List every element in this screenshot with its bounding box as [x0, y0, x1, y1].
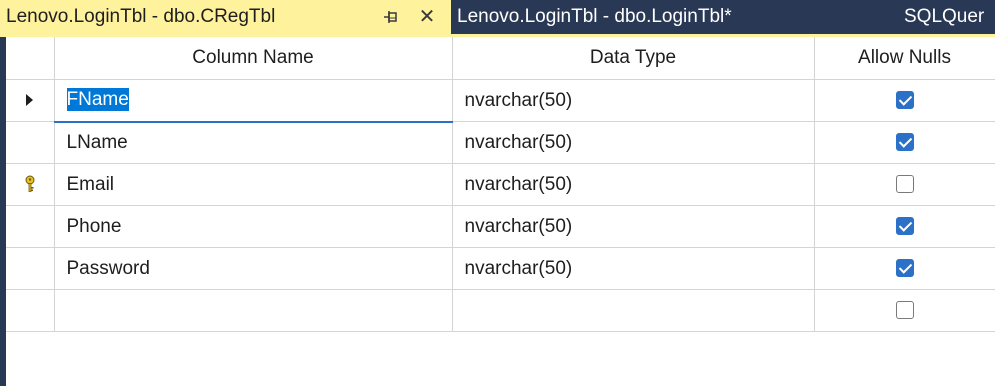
- data-type-header[interactable]: Data Type: [452, 37, 815, 80]
- allow-nulls-cell: [814, 121, 995, 164]
- tab-cregtbl[interactable]: Lenovo.LoginTbl - dbo.CRegTbl ✕: [0, 0, 451, 34]
- data-type-cell[interactable]: nvarchar(50): [452, 205, 815, 248]
- tab-label: Lenovo.LoginTbl - dbo.CRegTbl: [6, 6, 276, 27]
- allow-nulls-checkbox[interactable]: [895, 259, 914, 278]
- column-name-cell[interactable]: Email: [54, 163, 453, 206]
- tab-sqlquery[interactable]: SQLQuer: [900, 0, 995, 34]
- tab-label: SQLQuer: [904, 6, 985, 27]
- current-row-arrow-icon: [26, 93, 34, 106]
- data-type-cell[interactable]: nvarchar(50): [452, 79, 815, 122]
- allow-nulls-header[interactable]: Allow Nulls: [814, 37, 995, 80]
- allow-nulls-checkbox[interactable]: [895, 91, 914, 110]
- data-type-cell[interactable]: [452, 289, 815, 332]
- column-name-value: FName: [66, 88, 129, 112]
- pin-icon[interactable]: [384, 10, 400, 24]
- table-row: Email nvarchar(50): [6, 163, 995, 206]
- allow-nulls-checkbox[interactable]: [895, 133, 914, 152]
- data-type-cell[interactable]: nvarchar(50): [452, 121, 815, 164]
- allow-nulls-cell: [814, 289, 995, 332]
- column-name-cell[interactable]: LName: [54, 121, 453, 164]
- primary-key-icon: [25, 175, 35, 193]
- table-row: LName nvarchar(50): [6, 121, 995, 164]
- column-name-cell[interactable]: Phone: [54, 205, 453, 248]
- allow-nulls-cell: [814, 163, 995, 206]
- grid-header-row: Column Name Data Type Allow Nulls: [6, 37, 995, 80]
- column-name-cell[interactable]: Password: [54, 247, 453, 290]
- row-selector-header: [6, 37, 55, 80]
- column-name-cell[interactable]: [54, 289, 453, 332]
- document-tab-strip: Lenovo.LoginTbl - dbo.CRegTbl ✕ Lenovo.L…: [0, 0, 995, 37]
- tab-label: Lenovo.LoginTbl - dbo.LoginTbl*: [457, 6, 732, 27]
- allow-nulls-checkbox[interactable]: [895, 175, 914, 194]
- row-selector[interactable]: [6, 289, 55, 332]
- table-row-new: [6, 289, 995, 332]
- allow-nulls-cell: [814, 79, 995, 122]
- allow-nulls-cell: [814, 247, 995, 290]
- allow-nulls-checkbox[interactable]: [895, 217, 914, 236]
- table-designer-grid: Column Name Data Type Allow Nulls FName …: [6, 37, 995, 332]
- row-selector[interactable]: [6, 205, 55, 248]
- column-name-header[interactable]: Column Name: [54, 37, 453, 80]
- allow-nulls-cell: [814, 205, 995, 248]
- data-type-cell[interactable]: nvarchar(50): [452, 163, 815, 206]
- table-row: FName nvarchar(50): [6, 79, 995, 123]
- close-icon[interactable]: ✕: [417, 7, 437, 27]
- row-selector[interactable]: [6, 121, 55, 164]
- allow-nulls-checkbox[interactable]: [895, 301, 914, 320]
- table-row: Phone nvarchar(50): [6, 205, 995, 248]
- data-type-cell[interactable]: nvarchar(50): [452, 247, 815, 290]
- row-selector[interactable]: [6, 163, 55, 206]
- row-selector[interactable]: [6, 247, 55, 290]
- column-name-cell[interactable]: FName: [54, 79, 453, 123]
- row-selector[interactable]: [6, 79, 55, 122]
- table-row: Password nvarchar(50): [6, 247, 995, 290]
- tab-logintbl[interactable]: Lenovo.LoginTbl - dbo.LoginTbl*: [455, 0, 815, 34]
